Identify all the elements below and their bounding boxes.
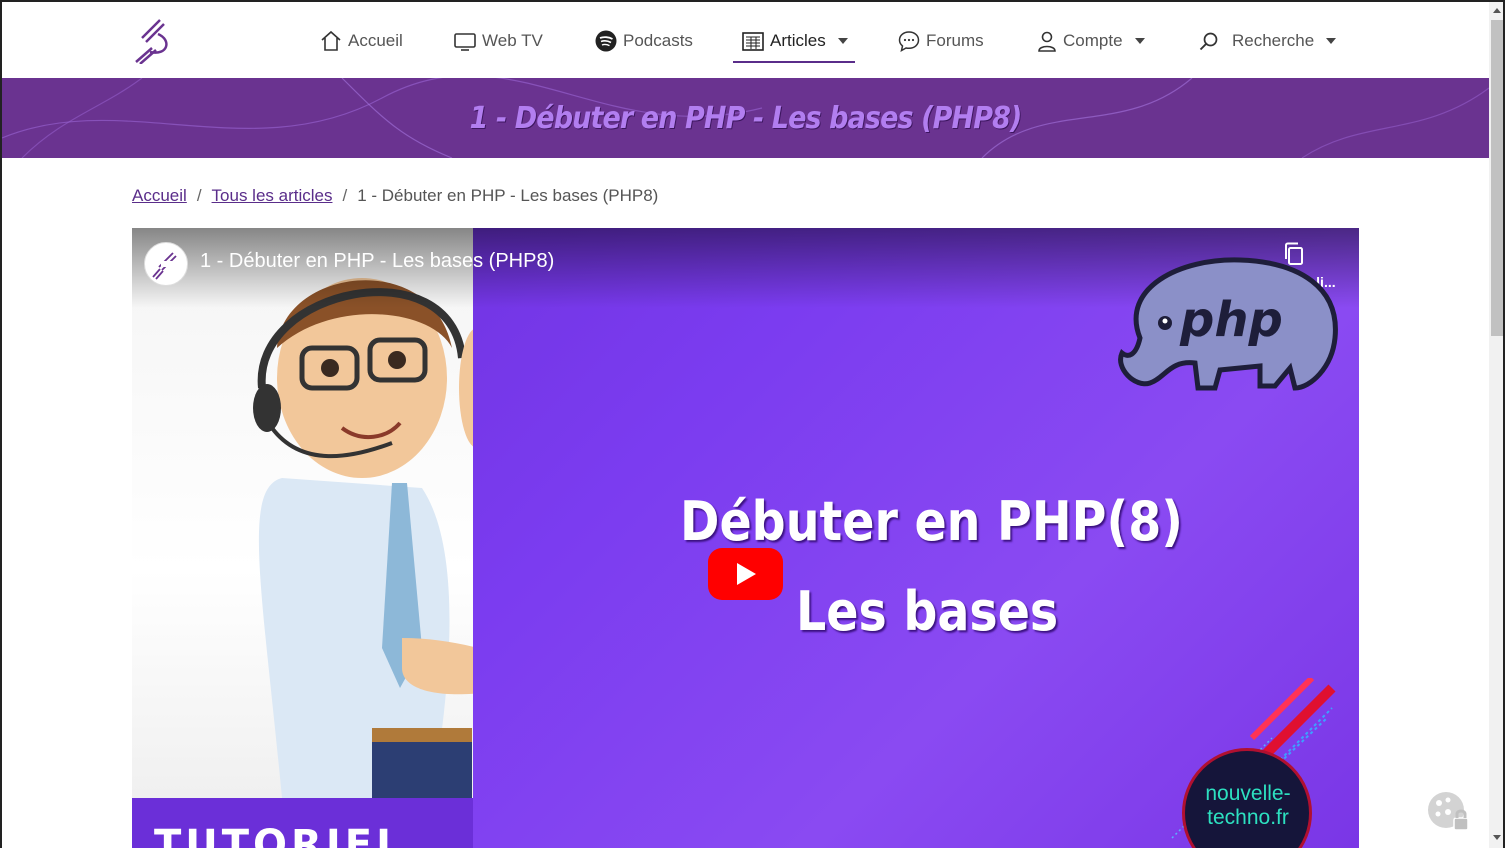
site-logo[interactable] xyxy=(132,16,172,64)
chevron-down-icon xyxy=(1134,38,1145,44)
nav-label: Compte xyxy=(1063,31,1123,50)
thumbnail-character-panel xyxy=(132,228,545,798)
brand-line-2: techno.fr xyxy=(1207,806,1289,829)
breadcrumb: Accueil / Tous les articles / 1 - Débute… xyxy=(132,186,658,206)
nav-item-compte[interactable]: Compte xyxy=(1037,26,1145,56)
nav-item-accueil[interactable]: Accueil xyxy=(320,26,403,56)
nav-label: Articles xyxy=(770,31,826,50)
thumbnail-headline-1: Débuter en PHP(8) xyxy=(680,490,1183,553)
search-icon xyxy=(1199,32,1218,51)
channel-avatar[interactable] xyxy=(144,242,188,286)
breadcrumb-separator: / xyxy=(342,186,348,205)
nouvelle-techno-text: nouvelle- techno.fr xyxy=(1188,782,1308,830)
spotify-icon xyxy=(595,30,617,52)
nav-item-web-tv[interactable]: Web TV xyxy=(454,26,543,56)
chat-icon xyxy=(898,31,920,52)
nav-item-articles[interactable]: Articles xyxy=(742,26,848,56)
nav-label: Accueil xyxy=(348,31,403,50)
breadcrumb-current: 1 - Débuter en PHP - Les bases (PHP8) xyxy=(357,186,659,205)
thumbnail-headline-2: Les bases xyxy=(796,580,1059,643)
scroll-down-arrow-icon[interactable] xyxy=(1493,835,1501,840)
nav-label: Forums xyxy=(926,31,984,50)
nav-item-podcasts[interactable]: Podcasts xyxy=(595,26,693,56)
tv-icon xyxy=(454,33,476,51)
nav-item-recherche[interactable]: Recherche xyxy=(1198,26,1337,56)
chevron-down-icon xyxy=(1326,38,1337,44)
nav-label: Podcasts xyxy=(623,31,693,50)
page-banner: 1 - Débuter en PHP - Les bases (PHP8) xyxy=(2,78,1489,158)
breadcrumb-all-articles-link[interactable]: Tous les articles xyxy=(212,186,333,206)
nav-label: Web TV xyxy=(482,31,543,50)
active-tab-indicator xyxy=(733,61,855,63)
page-title: 1 - Débuter en PHP - Les bases (PHP8) xyxy=(469,100,1023,136)
browser-viewport: Accueil Web TV Podcasts Articles Forums … xyxy=(0,0,1505,848)
breadcrumb-home-link[interactable]: Accueil xyxy=(132,186,187,206)
top-navbar: Accueil Web TV Podcasts Articles Forums … xyxy=(2,2,1489,78)
play-icon xyxy=(736,563,756,585)
scrollbar-thumb[interactable] xyxy=(1491,20,1503,336)
user-icon xyxy=(1038,31,1056,52)
newspaper-icon xyxy=(742,32,764,51)
nav-label: Recherche xyxy=(1232,31,1315,50)
youtube-play-button[interactable] xyxy=(708,548,783,600)
youtube-video-embed[interactable]: TUTORIEL 1 - Débuter en PHP - Les bases … xyxy=(132,228,1359,848)
php-logo-text: php xyxy=(1180,292,1283,348)
page-scrollbar[interactable] xyxy=(1489,2,1503,848)
chevron-down-icon xyxy=(837,38,848,44)
video-title-link[interactable]: 1 - Débuter en PHP - Les bases (PHP8) xyxy=(200,250,554,273)
channel-logo-icon xyxy=(152,252,177,280)
tutoriel-label: TUTORIEL xyxy=(154,822,406,848)
brand-line-1: nouvelle- xyxy=(1205,782,1291,805)
scroll-up-arrow-icon[interactable] xyxy=(1493,8,1501,13)
breadcrumb-separator: / xyxy=(196,186,202,205)
cookie-settings-icon[interactable] xyxy=(1426,788,1472,834)
cartoon-character-illustration xyxy=(253,278,545,798)
house-icon xyxy=(321,30,341,51)
nav-item-forums[interactable]: Forums xyxy=(898,26,984,56)
